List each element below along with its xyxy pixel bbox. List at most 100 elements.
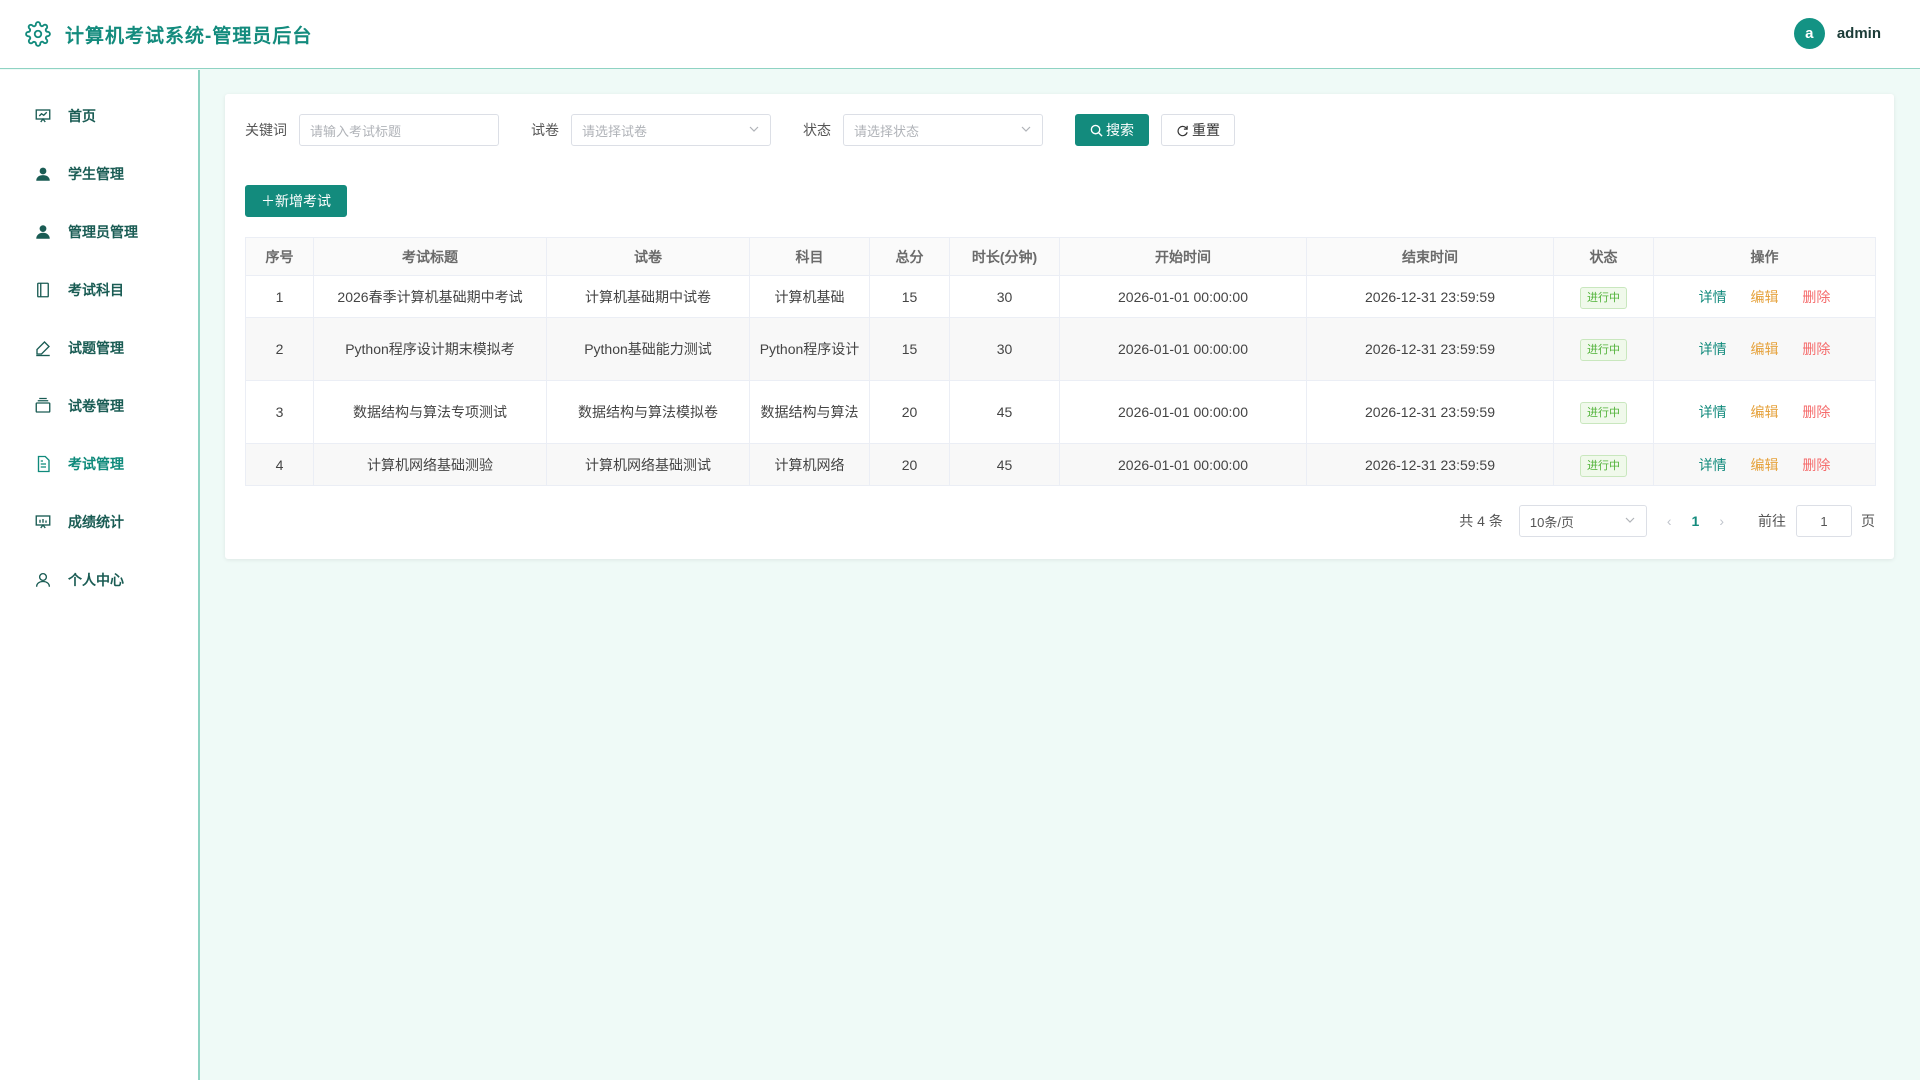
page-number[interactable]: 1 — [1692, 513, 1700, 529]
column-header: 序号 — [245, 237, 314, 276]
cell-duration: 45 — [949, 380, 1060, 444]
edit-link[interactable]: 编辑 — [1751, 341, 1779, 357]
reset-button[interactable]: 重置 — [1161, 114, 1235, 146]
user-icon — [34, 165, 52, 183]
goto-page-input[interactable]: 1 — [1796, 505, 1852, 537]
cell-start: 2026-01-01 00:00:00 — [1059, 443, 1307, 486]
brand: 计算机考试系统-管理员后台 — [25, 21, 312, 48]
column-header: 结束时间 — [1306, 237, 1554, 276]
search-button[interactable]: 搜索 — [1075, 114, 1149, 146]
edit-icon — [34, 339, 52, 357]
page-size-select[interactable]: 10条/页 — [1518, 505, 1647, 537]
book-icon — [34, 281, 52, 299]
delete-link[interactable]: 删除 — [1802, 289, 1830, 305]
sidebar-item-papers[interactable]: 试卷管理 — [0, 377, 198, 435]
sidebar-item-label: 学生管理 — [68, 166, 124, 182]
cell-status: 进行中 — [1553, 380, 1654, 444]
app-header: 计算机考试系统-管理员后台 a admin — [0, 0, 1920, 69]
profile-icon — [34, 571, 52, 589]
app-title: 计算机考试系统-管理员后台 — [65, 25, 313, 47]
cell-score: 15 — [869, 317, 950, 381]
admin-icon — [34, 223, 52, 241]
cell-score: 15 — [869, 275, 950, 318]
sidebar-item-profile[interactable]: 个人中心 — [0, 551, 198, 609]
sidebar-item-admins[interactable]: 管理员管理 — [0, 203, 198, 261]
keyword-label: 关键词 — [245, 122, 287, 138]
cell-end: 2026-12-31 23:59:59 — [1306, 317, 1554, 381]
column-header: 考试标题 — [313, 237, 547, 276]
delete-link[interactable]: 删除 — [1802, 457, 1830, 473]
detail-link[interactable]: 详情 — [1699, 341, 1727, 357]
avatar[interactable]: a — [1793, 18, 1825, 49]
cell-title: 数据结构与算法专项测试 — [313, 380, 547, 444]
paper-placeholder: 请选择试卷 — [582, 123, 648, 139]
cell-end: 2026-12-31 23:59:59 — [1306, 443, 1554, 486]
cell-end: 2026-12-31 23:59:59 — [1306, 275, 1554, 318]
paper-select[interactable]: 请选择试卷 — [571, 114, 771, 146]
sidebar-item-label: 个人中心 — [68, 572, 124, 588]
cell-start: 2026-01-01 00:00:00 — [1059, 275, 1307, 318]
detail-link[interactable]: 详情 — [1699, 457, 1727, 473]
sidebar-item-label: 试题管理 — [68, 340, 124, 356]
sidebar-item-home[interactable]: 首页 — [0, 87, 198, 145]
status-label: 状态 — [803, 122, 831, 138]
cell-start: 2026-01-01 00:00:00 — [1059, 317, 1307, 381]
cell-paper: 计算机基础期中试卷 — [546, 275, 750, 318]
refresh-icon — [1176, 124, 1189, 137]
sidebar-item-exams[interactable]: 考试管理 — [0, 435, 198, 493]
table-row: 1 2026春季计算机基础期中考试 计算机基础期中试卷 计算机基础 15 30 … — [245, 275, 1876, 318]
sidebar-item-subjects[interactable]: 考试科目 — [0, 261, 198, 319]
sidebar-item-students[interactable]: 学生管理 — [0, 145, 198, 203]
chart-icon — [34, 513, 52, 531]
document-icon — [34, 455, 52, 473]
table-row: 2 Python程序设计期末模拟考 Python基础能力测试 Python程序设… — [245, 317, 1876, 381]
column-header: 状态 — [1553, 237, 1654, 276]
chevron-down-icon — [1020, 123, 1032, 138]
table-row: 4 计算机网络基础测验 计算机网络基础测试 计算机网络 20 45 2026-0… — [245, 443, 1876, 486]
detail-link[interactable]: 详情 — [1699, 404, 1727, 420]
edit-link[interactable]: 编辑 — [1751, 289, 1779, 305]
cell-title: 2026春季计算机基础期中考试 — [313, 275, 547, 318]
cell-actions: 详情 编辑 删除 — [1653, 380, 1876, 444]
table-header-row: 序号 考试标题 试卷 科目 总分 时长(分钟) 开始时间 结束时间 状态 操作 — [245, 237, 1876, 276]
edit-link[interactable]: 编辑 — [1751, 457, 1779, 473]
chevron-down-icon — [748, 123, 760, 138]
status-placeholder: 请选择状态 — [854, 123, 920, 139]
cell-actions: 详情 编辑 删除 — [1653, 443, 1876, 486]
edit-link[interactable]: 编辑 — [1751, 404, 1779, 420]
cell-subject: 计算机网络 — [749, 443, 870, 486]
cell-title: 计算机网络基础测验 — [313, 443, 547, 486]
delete-link[interactable]: 删除 — [1802, 341, 1830, 357]
search-icon — [1090, 124, 1103, 137]
sidebar-item-label: 首页 — [68, 108, 96, 124]
column-header: 开始时间 — [1059, 237, 1307, 276]
sidebar-item-questions[interactable]: 试题管理 — [0, 319, 198, 377]
add-exam-button[interactable]: ＋新增考试 — [245, 185, 347, 217]
status-select[interactable]: 请选择状态 — [843, 114, 1043, 146]
detail-link[interactable]: 详情 — [1699, 289, 1727, 305]
sidebar: 首页 学生管理 管理员管理 考试科目 试题管理 试卷管理 考试管理 成绩统计 个… — [0, 70, 200, 1080]
status-badge: 进行中 — [1580, 339, 1627, 361]
cell-no: 1 — [245, 275, 314, 318]
cell-duration: 30 — [949, 275, 1060, 318]
keyword-input[interactable]: 请输入考试标题 — [299, 114, 499, 146]
status-badge: 进行中 — [1580, 454, 1627, 477]
cell-paper: 计算机网络基础测试 — [546, 443, 750, 486]
cell-no: 4 — [245, 443, 314, 486]
cell-status: 进行中 — [1553, 275, 1654, 318]
username[interactable]: admin — [1837, 25, 1881, 42]
user-menu[interactable]: a admin — [1793, 18, 1881, 49]
cell-subject: 数据结构与算法 — [749, 380, 870, 444]
chevron-down-icon — [1624, 514, 1636, 529]
sidebar-item-scores[interactable]: 成绩统计 — [0, 493, 198, 551]
column-header: 时长(分钟) — [949, 237, 1060, 276]
keyword-placeholder: 请输入考试标题 — [310, 123, 402, 139]
cell-actions: 详情 编辑 删除 — [1653, 275, 1876, 318]
sidebar-item-label: 考试管理 — [68, 456, 124, 472]
exam-table: 序号 考试标题 试卷 科目 总分 时长(分钟) 开始时间 结束时间 状态 操作 … — [245, 237, 1876, 486]
next-page-icon[interactable]: › — [1719, 513, 1724, 529]
prev-page-icon[interactable]: ‹ — [1667, 513, 1672, 529]
goto-label: 前往 — [1758, 513, 1786, 529]
delete-link[interactable]: 删除 — [1802, 404, 1830, 420]
cell-title: Python程序设计期末模拟考 — [313, 317, 547, 381]
